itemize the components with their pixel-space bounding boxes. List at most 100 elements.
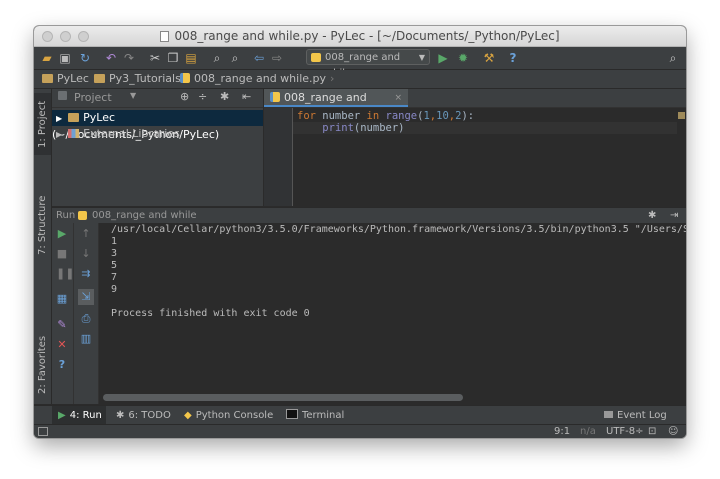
editor-scrollbar[interactable] xyxy=(677,108,686,206)
project-panel-title[interactable]: Project xyxy=(74,91,112,104)
inspector-icon[interactable]: ☺ xyxy=(668,425,678,438)
tab-structure[interactable]: 7: Structure xyxy=(34,189,51,261)
close-icon[interactable]: ✕ xyxy=(56,339,68,351)
target-icon[interactable]: ⊕ xyxy=(180,90,189,103)
line-separator[interactable]: n/a xyxy=(580,425,596,438)
breadcrumb-py3-tutorials[interactable]: Py3_Tutorials› xyxy=(94,72,193,86)
print-icon[interactable]: ⎙ xyxy=(80,313,92,325)
back-arrow-icon[interactable]: ⇦ xyxy=(252,51,266,65)
gear-icon[interactable]: ✱ xyxy=(648,208,656,223)
paste-icon[interactable]: ▤ xyxy=(184,51,198,65)
console-output-line: 3 xyxy=(111,248,118,259)
title-bar: 008_range and while.py - PyLec - [~/Docu… xyxy=(34,26,686,47)
ide-window: 008_range and while.py - PyLec - [~/Docu… xyxy=(34,26,686,438)
chevron-down-icon[interactable]: ▼ xyxy=(130,91,136,100)
python-file-icon xyxy=(180,73,190,83)
debug-icon[interactable]: ✹ xyxy=(456,51,470,65)
run-console[interactable]: /usr/local/Cellar/python3/3.5.0/Framewor… xyxy=(99,223,686,390)
run-icon[interactable]: ▶ xyxy=(436,51,450,65)
sync-icon[interactable]: ↻ xyxy=(78,51,92,65)
undo-icon[interactable]: ↶ xyxy=(104,51,118,65)
tab-terminal[interactable]: Terminal xyxy=(286,406,346,425)
tree-item-external-libraries[interactable]: ▶ External Libraries xyxy=(52,126,263,142)
arrow-up-icon[interactable]: ↑ xyxy=(80,228,92,240)
python-file-icon xyxy=(270,92,280,102)
navigation-bar: PyLec› Py3_Tutorials› 008_range and whil… xyxy=(34,70,686,89)
collapse-all-icon[interactable]: ÷ xyxy=(198,90,207,103)
stop-icon[interactable]: ■ xyxy=(56,248,68,260)
run-toolbar-primary: ▶ ■ ❚❚ ▦ ✎ ✕ ? xyxy=(52,223,74,404)
settings-wrench-icon[interactable]: ⚒ xyxy=(482,51,496,65)
tab-range-and-while[interactable]: 008_range and while.py × xyxy=(264,89,408,122)
file-encoding[interactable]: UTF-8÷ xyxy=(606,425,644,438)
document-icon xyxy=(160,31,170,42)
replace-icon[interactable]: ⌕ xyxy=(228,51,242,65)
scrollbar-thumb[interactable] xyxy=(103,394,463,401)
code-line-2: print(number) xyxy=(322,122,405,134)
cut-icon[interactable]: ✂ xyxy=(148,51,162,65)
tab-project[interactable]: 1: Project xyxy=(34,93,51,155)
lock-icon[interactable]: ⊡ xyxy=(648,425,656,438)
console-command-line: /usr/local/Cellar/python3/3.5.0/Framewor… xyxy=(111,224,686,235)
hide-panel-icon[interactable]: ⇥ xyxy=(670,208,678,223)
console-horizontal-scrollbar[interactable] xyxy=(99,391,686,404)
console-output-line: 9 xyxy=(111,284,118,295)
folder-icon xyxy=(68,113,80,122)
python-file-icon xyxy=(311,53,321,62)
search-everywhere-icon[interactable]: ⌕ xyxy=(666,51,680,65)
save-icon[interactable]: ▣ xyxy=(58,51,72,65)
forward-arrow-icon[interactable]: ⇨ xyxy=(270,51,284,65)
chevron-right-icon[interactable]: ▶ xyxy=(56,114,62,123)
find-icon[interactable]: ⌕ xyxy=(210,51,224,65)
hide-panel-icon[interactable]: ⇤ xyxy=(242,90,251,103)
status-bar: 9:1 n/a UTF-8÷ ⊡ ☺ xyxy=(34,424,686,438)
close-tab-icon[interactable]: × xyxy=(394,89,402,107)
editor-tab-bar: 008_range and while.py × xyxy=(264,89,686,122)
breadcrumb-pylec[interactable]: PyLec› xyxy=(42,72,101,86)
rerun-icon[interactable]: ▶ xyxy=(56,228,68,240)
copy-icon[interactable]: ❐ xyxy=(166,51,180,65)
tab-event-log[interactable]: Event Log xyxy=(604,406,674,425)
help-icon[interactable]: ? xyxy=(506,51,520,65)
python-file-icon xyxy=(78,211,87,220)
tab-todo[interactable]: ✱ 6: TODO xyxy=(116,406,176,425)
run-panel-label: Run xyxy=(56,210,76,221)
redo-icon[interactable]: ↷ xyxy=(122,51,136,65)
todo-icon: ✱ xyxy=(116,410,125,421)
window-title-wrap: 008_range and while.py - PyLec - [~/Docu… xyxy=(34,29,686,43)
run-config-name[interactable]: 008_range and while xyxy=(92,208,197,223)
pin-icon[interactable]: ✎ xyxy=(56,319,68,331)
chevron-down-icon: ▼ xyxy=(418,53,425,62)
breadcrumb-separator-icon: › xyxy=(330,72,335,85)
tab-run[interactable]: ▶ 4: Run xyxy=(52,406,106,425)
soft-wrap-icon[interactable]: ⇉ xyxy=(80,268,92,280)
bottom-tool-tabs: ▶ 4: Run ✱ 6: TODO ◆ Python Console Termina… xyxy=(34,405,686,425)
console-exit-message: Process finished with exit code 0 xyxy=(111,308,310,319)
caret-position[interactable]: 9:1 xyxy=(554,425,570,438)
tab-python-console[interactable]: ◆ Python Console xyxy=(184,406,274,425)
left-tool-strip: 1: Project 7: Structure 2: Favorites xyxy=(34,89,52,404)
tab-favorites[interactable]: 2: Favorites xyxy=(34,329,51,401)
open-folder-icon[interactable]: ▰ xyxy=(40,51,54,65)
chevron-right-icon[interactable]: ▶ xyxy=(56,130,62,139)
breadcrumb-file[interactable]: 008_range and while.py › xyxy=(180,72,338,86)
warning-marker-icon xyxy=(678,112,685,119)
run-toolbar-secondary: ↑ ↓ ⇉ ⇲ ⎙ ▥ xyxy=(74,223,99,404)
arrow-down-icon[interactable]: ↓ xyxy=(80,248,92,260)
run-panel-header: Run 008_range and while ✱ ⇥ xyxy=(52,207,686,224)
tool-windows-icon[interactable] xyxy=(38,427,48,436)
project-view-icon xyxy=(58,91,67,100)
code-editor[interactable]: for number in range(1,10,2): print(numbe… xyxy=(293,108,677,206)
run-icon: ▶ xyxy=(58,410,66,421)
scroll-to-end-icon[interactable]: ⇲ xyxy=(78,289,94,305)
pause-icon[interactable]: ❚❚ xyxy=(56,268,74,280)
help-icon[interactable]: ? xyxy=(56,359,68,371)
console-output-line: 7 xyxy=(111,272,118,283)
dump-threads-icon[interactable]: ▦ xyxy=(56,293,68,305)
tree-item-pylec[interactable]: ▶ PyLec (~/Documents/_Python/PyLec) xyxy=(52,110,263,141)
trash-icon[interactable]: ▥ xyxy=(80,333,92,345)
console-output-line: 1 xyxy=(111,236,118,247)
project-tree: ▶ PyLec (~/Documents/_Python/PyLec) ▶ Exte… xyxy=(52,108,263,206)
gear-icon[interactable]: ✱ xyxy=(220,90,229,103)
run-configuration-select[interactable]: 008_range and while ▼ xyxy=(306,49,430,79)
